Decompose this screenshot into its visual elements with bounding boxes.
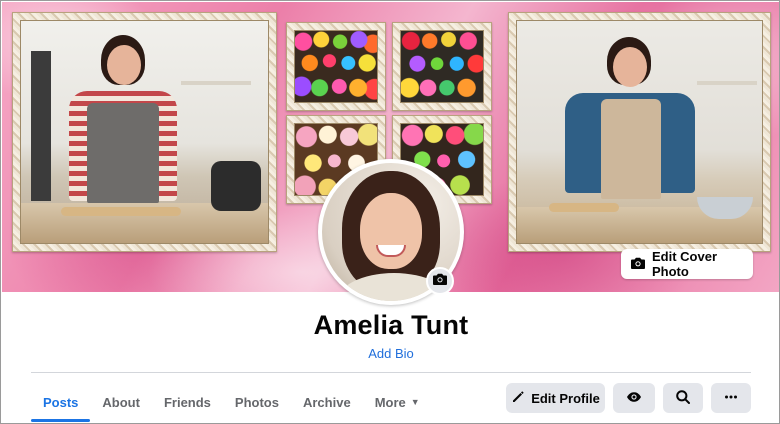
edit-cover-photo-button[interactable]: Edit Cover Photo — [621, 249, 753, 279]
profile-tabs: Posts About Friends Photos Archive More … — [31, 382, 432, 422]
tab-posts[interactable]: Posts — [31, 382, 91, 422]
add-bio-link[interactable]: Add Bio — [1, 346, 779, 361]
caret-down-icon: ▼ — [410, 397, 420, 407]
search-profile-button[interactable] — [663, 383, 703, 413]
edit-cover-photo-label: Edit Cover Photo — [652, 249, 718, 279]
tab-about[interactable]: About — [90, 382, 152, 422]
more-options-button[interactable] — [711, 383, 751, 413]
tab-friends[interactable]: Friends — [152, 382, 223, 422]
cover-collage-cupcakes-1 — [286, 22, 386, 111]
view-as-button[interactable] — [613, 383, 655, 413]
pencil-icon — [511, 390, 525, 407]
edit-profile-label: Edit Profile — [531, 390, 600, 406]
cover-collage-cupcakes-2 — [392, 22, 492, 111]
more-dots-icon — [723, 389, 739, 408]
edit-profile-button[interactable]: Edit Profile — [506, 383, 605, 413]
tab-more[interactable]: More ▼ — [363, 382, 432, 422]
update-profile-picture-button[interactable] — [426, 267, 454, 295]
profile-divider — [31, 372, 751, 373]
profile-actions: Edit Profile — [506, 383, 751, 413]
cover-collage-photo-baker-right — [508, 12, 771, 252]
eye-icon — [626, 389, 642, 408]
search-icon — [675, 389, 691, 408]
camera-icon — [630, 255, 646, 274]
tab-archive[interactable]: Archive — [291, 382, 363, 422]
cover-collage-photo-baker-left — [12, 12, 277, 252]
camera-icon — [432, 271, 448, 292]
profile-name: Amelia Tunt — [313, 310, 469, 340]
profile-page: Edit Cover Photo Amelia Tunt Add Bio Pos… — [0, 0, 780, 424]
tab-photos[interactable]: Photos — [223, 382, 291, 422]
